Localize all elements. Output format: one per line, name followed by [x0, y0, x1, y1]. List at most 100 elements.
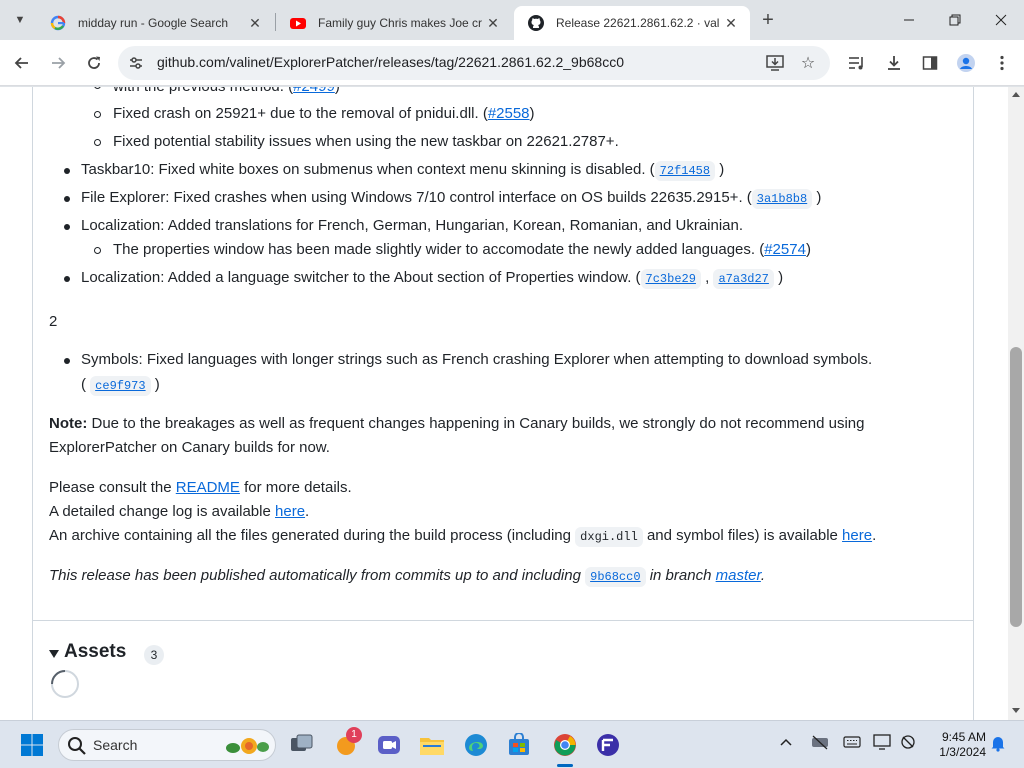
new-tab-button[interactable]: +	[756, 8, 780, 32]
tray-app-icon[interactable]	[811, 734, 829, 753]
close-icon[interactable]: ✕	[484, 14, 502, 32]
windows-logo-icon	[21, 734, 43, 756]
issue-link[interactable]: #2499	[293, 87, 335, 95]
changelog-link[interactable]: here	[275, 503, 305, 520]
consult-paragraph: Please consult the README for more detai…	[49, 477, 352, 499]
close-window-button[interactable]	[978, 0, 1024, 40]
search-placeholder: Search	[93, 737, 138, 753]
branch-link[interactable]: master	[716, 567, 761, 584]
install-app-icon[interactable]	[763, 51, 787, 75]
list-item-text: )	[816, 189, 822, 206]
show-hidden-icons-button[interactable]	[779, 735, 793, 750]
github-icon	[528, 15, 544, 31]
list-bullet	[64, 224, 70, 230]
tab-youtube[interactable]: Family guy Chris makes Joe cry ✕	[276, 6, 512, 40]
address-bar[interactable]: github.com/valinet/ExplorerPatcher/relea…	[118, 46, 830, 80]
list-bullet	[94, 111, 101, 118]
reload-button[interactable]	[80, 49, 108, 77]
keyboard-icon[interactable]	[843, 735, 861, 752]
site-settings-icon[interactable]	[128, 55, 144, 71]
commit-link[interactable]: 72f1458	[654, 161, 716, 181]
close-icon[interactable]: ✕	[246, 14, 264, 32]
issue-link[interactable]: #2558	[488, 105, 530, 122]
scrollbar-thumb[interactable]	[1010, 347, 1022, 627]
app-button[interactable]	[592, 729, 624, 761]
system-clock[interactable]: 9:45 AM 1/3/2024	[926, 730, 986, 760]
assets-heading[interactable]: Assets	[64, 641, 126, 663]
forward-button[interactable]	[44, 49, 72, 77]
list-item-text: )	[335, 87, 340, 95]
tab-title: Family guy Chris makes Joe cry	[318, 16, 482, 30]
tab-title: Release 22621.2861.62.2 · valinet	[556, 16, 720, 30]
list-item-text: )	[778, 269, 784, 286]
list-item: The properties window has been made slig…	[113, 239, 811, 261]
paragraph-text: .	[305, 503, 310, 520]
paragraph-text: This release has been published automati…	[49, 567, 581, 584]
release-box	[32, 87, 974, 720]
note-paragraph: Note: Due to the breakages as well as fr…	[49, 413, 864, 435]
clock-time: 9:45 AM	[941, 730, 986, 744]
profile-avatar-icon[interactable]	[952, 49, 980, 77]
scroll-down-arrow-icon[interactable]	[1012, 708, 1020, 713]
bookmark-star-icon[interactable]: ☆	[796, 51, 820, 75]
list-bullet	[64, 358, 70, 364]
display-icon[interactable]	[873, 734, 893, 753]
list-item-text: (	[81, 376, 86, 393]
collapse-triangle-icon[interactable]	[49, 650, 59, 658]
downloads-icon[interactable]	[880, 49, 908, 77]
tab-github-release[interactable]: Release 22621.2861.62.2 · valinet ✕	[514, 6, 750, 40]
minimize-icon	[904, 19, 914, 21]
paragraph-text: in branch	[649, 567, 712, 584]
section-number: 2	[49, 313, 58, 330]
network-settings-icon[interactable]	[899, 734, 917, 753]
list-item: File Explorer: Fixed crashes when using …	[81, 187, 821, 209]
list-item-text: )	[805, 241, 811, 258]
tab-search-dropdown-icon[interactable]: ▼	[8, 8, 32, 32]
close-icon[interactable]: ✕	[722, 14, 740, 32]
widgets-button[interactable]: 1	[330, 727, 362, 761]
list-item: Fixed potential stability issues when us…	[113, 133, 619, 150]
browser-menu-icon[interactable]	[988, 49, 1016, 77]
chrome-icon	[554, 734, 576, 756]
youtube-icon	[290, 18, 306, 29]
start-button[interactable]	[16, 729, 48, 761]
issue-link[interactable]: #2574	[764, 241, 806, 258]
scroll-up-arrow-icon[interactable]	[1012, 92, 1020, 97]
paragraph-text: Please consult the	[49, 479, 172, 496]
edge-icon	[465, 734, 487, 756]
video-call-icon	[378, 736, 400, 754]
list-item-text: Localization: Added a language switcher …	[81, 269, 641, 286]
section-divider	[32, 620, 974, 621]
media-controls-icon[interactable]	[843, 49, 871, 77]
restore-button[interactable]	[932, 0, 978, 40]
commit-link[interactable]: 9b68cc0	[585, 567, 646, 587]
list-item-text: with the previous method. (	[113, 87, 293, 95]
back-button[interactable]	[8, 49, 36, 77]
taskbar-search-box[interactable]: Search	[58, 729, 276, 761]
store-button[interactable]	[503, 729, 535, 761]
file-explorer-button[interactable]	[416, 729, 448, 761]
archive-link[interactable]: here	[842, 527, 872, 544]
teams-meet-button[interactable]	[373, 729, 405, 761]
list-item-text: )	[529, 105, 535, 122]
commit-link[interactable]: 7c3be29	[640, 269, 701, 289]
archive-paragraph: An archive containing all the files gene…	[49, 525, 876, 547]
notifications-bell-icon[interactable]	[990, 734, 1006, 755]
chrome-button[interactable]	[549, 729, 581, 761]
browser-toolbar: github.com/valinet/ExplorerPatcher/relea…	[0, 40, 1024, 86]
commit-link[interactable]: 3a1b8b8	[751, 189, 813, 209]
commit-link[interactable]: a7a3d27	[713, 269, 774, 289]
edge-button[interactable]	[460, 729, 492, 761]
list-item-continuation: ( ce9f973 )	[81, 374, 160, 396]
commit-link[interactable]: ce9f973	[90, 376, 151, 396]
task-view-button[interactable]	[286, 729, 318, 761]
list-item-text: Fixed crash on 25921+ due to the removal…	[113, 105, 488, 122]
tab-google-search[interactable]: midday run - Google Search ✕	[36, 6, 274, 40]
google-icon	[50, 15, 66, 31]
list-item-text: )	[154, 376, 160, 393]
page-scrollbar[interactable]	[1008, 87, 1024, 720]
paragraph-text: .	[872, 527, 877, 544]
side-panel-icon[interactable]	[916, 49, 944, 77]
readme-link[interactable]: README	[176, 479, 240, 496]
minimize-button[interactable]	[886, 0, 932, 40]
